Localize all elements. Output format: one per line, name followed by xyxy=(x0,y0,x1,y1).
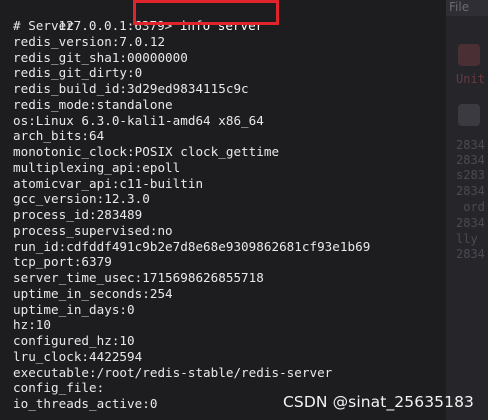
background-file-menu[interactable]: File xyxy=(449,0,469,14)
output-line: uptime_in_seconds:254 xyxy=(13,285,173,301)
output-line: redis_git_sha1:00000000 xyxy=(13,49,188,65)
output-line: redis_git_dirty:0 xyxy=(13,65,143,81)
output-line: io_threads_active:0 xyxy=(13,396,158,411)
output-line: uptime_in_days:0 xyxy=(13,301,135,317)
csdn-watermark: CSDN @sinat_25635183 xyxy=(282,393,474,411)
background-fragment: 2834 xyxy=(456,138,485,152)
output-line: tcp_port:6379 xyxy=(13,254,112,270)
background-fragment: 2834 xyxy=(456,184,485,198)
background-fragment: Unit xyxy=(456,72,485,86)
background-fragment: 2834 xyxy=(456,153,485,167)
background-fragment: lly xyxy=(456,232,478,246)
output-line: executable:/root/redis-stable/redis-serv… xyxy=(13,364,333,380)
output-line: gcc_version:12.3.0 xyxy=(13,191,150,207)
output-line: atomicvar_api:c11-builtin xyxy=(13,175,204,191)
output-line: process_supervised:no xyxy=(13,222,173,238)
output-line: redis_mode:standalone xyxy=(13,96,173,112)
output-line: server_time_usec:1715698626855718 xyxy=(13,270,264,285)
output-line: config_file: xyxy=(13,380,105,396)
background-fragment: 2834 xyxy=(456,216,485,230)
output-line: run_id:cdfddf491c9b2e7d8e68e9309862681cf… xyxy=(13,238,371,254)
output-line: lru_clock:4422594 xyxy=(13,348,143,364)
output-line: redis_build_id:3d29ed9834115c9c xyxy=(13,81,249,96)
output-line: multiplexing_api:epoll xyxy=(13,159,181,175)
command-highlight-box xyxy=(133,0,279,25)
screenshot: File Unit 2834 2834 s283 2834 ord 2834 l… xyxy=(0,0,488,420)
file-icon xyxy=(458,104,480,126)
output-line: redis_version:7.0.12 xyxy=(13,33,166,49)
output-line: monotonic_clock:POSIX clock_gettime xyxy=(13,144,280,159)
output-line: process_id:283489 xyxy=(13,207,143,222)
output-line: arch_bits:64 xyxy=(13,128,105,144)
output-line: configured_hz:10 xyxy=(13,333,135,348)
output-line: # Server xyxy=(13,18,74,33)
terminal-window[interactable]: 127.0.0.1:6379> info server # Server redi… xyxy=(0,0,446,420)
background-fragment: s283 xyxy=(456,168,485,182)
error-file-icon xyxy=(458,44,480,66)
background-fragment: 2834 xyxy=(456,247,485,261)
background-fragment: ord xyxy=(456,200,485,214)
output-line: os:Linux 6.3.0-kali1-amd64 x86_64 xyxy=(13,112,264,128)
output-line: hz:10 xyxy=(13,317,52,333)
